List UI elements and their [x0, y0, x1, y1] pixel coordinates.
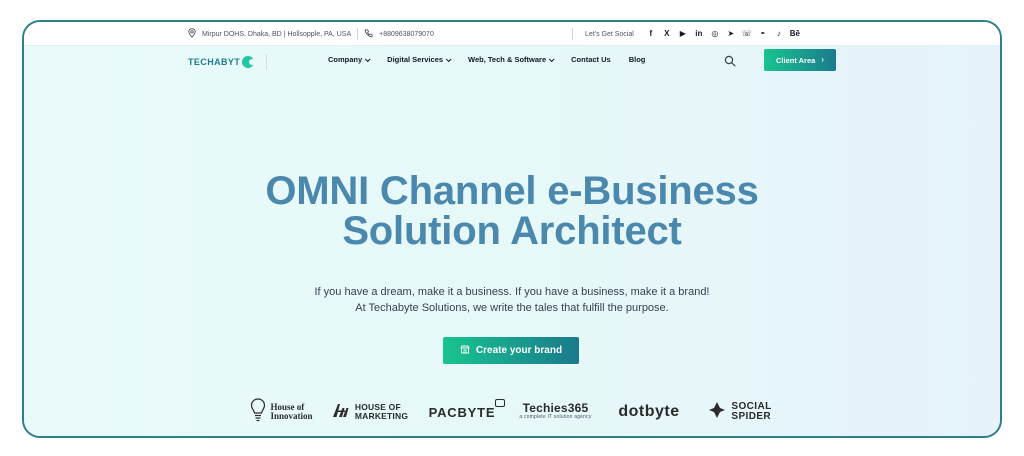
create-your-brand-button[interactable]: Create your brand	[443, 337, 579, 364]
nav-menu: Company Digital Services Web, Tech & Sof…	[328, 55, 645, 64]
hm-monogram-icon	[332, 402, 350, 423]
search-icon[interactable]	[724, 54, 736, 67]
hero-section: TECHABYT Company Digital Services Web, T…	[24, 46, 1000, 436]
chevron-down-icon	[549, 55, 555, 62]
top-bar: Mirpur DOHS, Dhaka, BD | Hollsopple, PA,…	[24, 22, 1000, 46]
hero-headline: OMNI Channel e-Business Solution Archite…	[24, 171, 1000, 251]
address-text: Mirpur DOHS, Dhaka, BD | Hollsopple, PA,…	[202, 30, 352, 38]
nav-item-label: Web, Tech & Software	[468, 55, 547, 64]
partner-pacbyte: PACBYTE	[416, 392, 508, 432]
chevron-down-icon	[445, 55, 452, 62]
chevron-right-icon: ›	[821, 55, 824, 64]
nav-item-label: Company	[328, 55, 363, 64]
partner-house-of-marketing: HOUSE OF MARKETING	[324, 392, 416, 432]
logo-divider	[266, 54, 267, 70]
pacbyte-wordmark: PACBYTE	[428, 398, 506, 420]
x-icon[interactable]: X	[662, 29, 672, 39]
cta-label: Create your brand	[475, 345, 563, 356]
partner-text-line: Innovation	[270, 411, 313, 421]
nav-item-label: Digital Services	[387, 55, 444, 64]
phone-icon	[364, 28, 373, 40]
nav-item-digital-services[interactable]: Digital Services	[387, 55, 452, 64]
nav-item-blog[interactable]: Blog	[629, 55, 646, 64]
main-navigation: TECHABYT Company Digital Services Web, T…	[24, 46, 1000, 78]
shop-icon	[460, 345, 470, 357]
chevron-down-icon	[365, 55, 371, 62]
phone-link[interactable]: +8809638079070	[379, 31, 434, 38]
chat-bubble-icon	[495, 398, 506, 407]
social-icons: f X ▶ in ◎ ➤ ☏ ◓ ♪ Bē	[646, 29, 800, 39]
nav-item-label: Blog	[628, 55, 646, 64]
hero-subtext: If you have a dream, make it a business.…	[24, 284, 1000, 316]
partner-text-line: MARKETING	[354, 411, 409, 421]
browser-frame: Mirpur DOHS, Dhaka, BD | Hollsopple, PA,…	[22, 20, 1002, 438]
partner-logos: House of Innovation HOUSE OF MARKETING P…	[24, 392, 1000, 432]
partner-techies365: Techies365 a complete IT solution agency	[508, 392, 603, 432]
partner-text: PACBYTE	[428, 404, 496, 420]
subtext-line-2: At Techabyte Solutions, we write the tal…	[355, 302, 669, 314]
subtext-line-1: If you have a dream, make it a business.…	[314, 286, 710, 298]
client-area-button[interactable]: Client Area ›	[764, 49, 836, 71]
partner-dotbyte: dotbyte	[603, 392, 695, 432]
techabyte-logo[interactable]: TECHABYT	[188, 56, 256, 68]
headline-line-2: Solution Architect	[342, 209, 682, 253]
client-area-label: Client Area	[776, 55, 816, 65]
partner-house-of-innovation: House of Innovation	[239, 392, 324, 432]
headline-line-1: OMNI Channel e-Business	[265, 169, 759, 213]
whatsapp-icon[interactable]: ☏	[742, 29, 752, 39]
social-label: Let's Get Social	[585, 30, 634, 38]
partner-tagline: a complete IT solution agency	[519, 413, 592, 420]
top-bar-contact: Mirpur DOHS, Dhaka, BD | Hollsopple, PA,…	[188, 22, 434, 46]
behance-icon[interactable]: Bē	[790, 29, 800, 39]
telegram-icon[interactable]: ➤	[726, 29, 736, 39]
partner-text-line: SPIDER	[731, 411, 772, 422]
youtube-icon[interactable]: ▶	[678, 29, 688, 39]
linkedin-icon[interactable]: in	[694, 29, 704, 39]
nav-item-web-tech-software[interactable]: Web, Tech & Software	[468, 55, 555, 64]
discord-icon[interactable]: ◓	[758, 29, 768, 39]
nav-item-contact-us[interactable]: Contact Us	[571, 55, 611, 64]
spider-icon	[708, 401, 726, 424]
top-bar-divider-right	[572, 28, 573, 40]
partner-social-spider: SOCIAL SPIDER	[695, 392, 785, 432]
logo-text: TECHABYT	[188, 57, 241, 67]
tiktok-icon[interactable]: ♪	[774, 29, 784, 39]
nav-item-label: Contact Us	[571, 55, 611, 64]
lightbulb-icon	[250, 397, 266, 427]
logo-mark-icon	[242, 56, 256, 68]
top-bar-social: Let's Get Social f X ▶ in ◎ ➤ ☏ ◓ ♪ Bē	[572, 22, 800, 46]
nav-item-company[interactable]: Company	[328, 55, 371, 64]
location-pin-icon	[188, 28, 196, 40]
top-bar-divider	[357, 28, 359, 40]
facebook-icon[interactable]: f	[646, 29, 656, 39]
instagram-icon[interactable]: ◎	[710, 29, 720, 39]
partner-text: dotbyte	[618, 403, 680, 420]
